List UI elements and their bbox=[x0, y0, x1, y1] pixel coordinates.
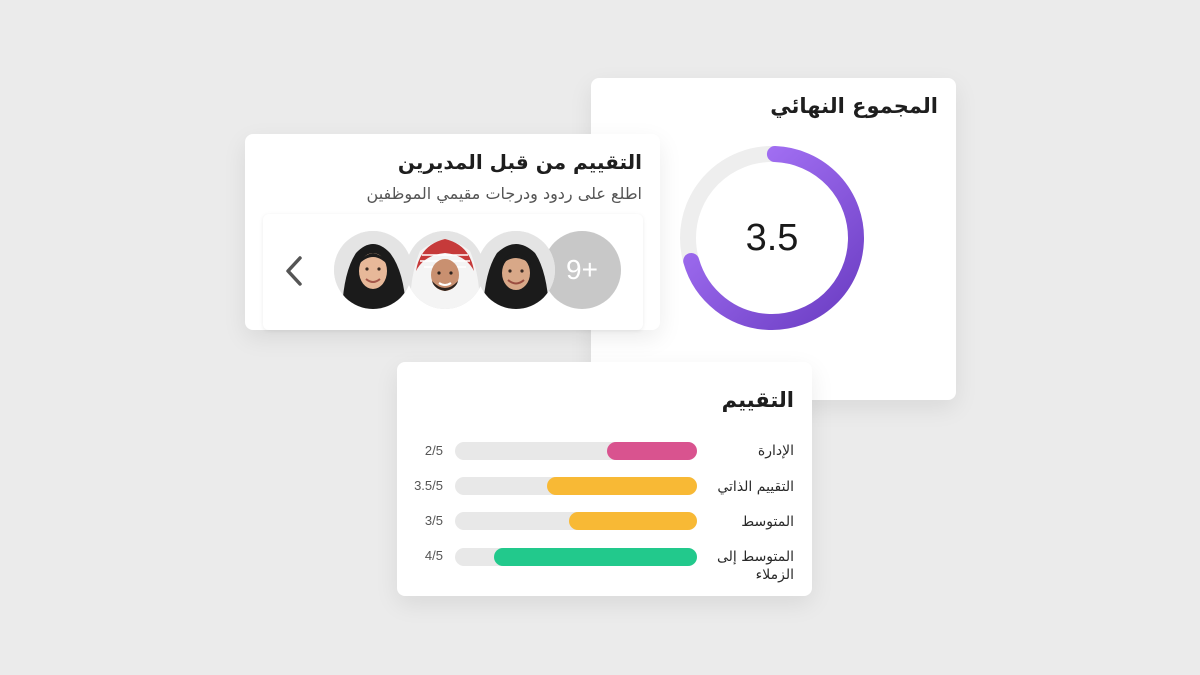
rating-row-score: 3.5/5 bbox=[414, 478, 443, 493]
rating-row-score: 4/5 bbox=[424, 548, 443, 563]
rating-row-score: 3/5 bbox=[424, 513, 443, 528]
rating-bar-fill bbox=[493, 548, 697, 566]
managers-evaluation-card: التقييم من قبل المديرين اطلع على ردود ود… bbox=[245, 134, 660, 330]
rating-row-label: المتوسط إلى الزملاء bbox=[717, 549, 794, 583]
woman-avatar-icon bbox=[477, 231, 555, 309]
rating-row-label: الإدارة bbox=[757, 443, 794, 459]
final-total-value: 3.5 bbox=[745, 216, 799, 259]
chevron-left-icon bbox=[286, 256, 302, 286]
reviewer-avatar[interactable] bbox=[334, 231, 412, 309]
rating-row-label: المتوسط bbox=[741, 514, 794, 530]
managers-evaluation-subtitle: اطلع على ردود ودرجات مقيمي الموظفين bbox=[366, 184, 642, 203]
rating-row-label: التقييم الذاتي bbox=[717, 479, 794, 495]
rating-bar-track bbox=[455, 548, 697, 566]
woman-avatar-icon bbox=[334, 231, 412, 309]
rating-bar-fill bbox=[546, 477, 697, 495]
final-total-title: المجموع النهائي bbox=[770, 94, 938, 118]
rating-bar-track bbox=[455, 512, 697, 530]
reviewer-avatar[interactable] bbox=[406, 231, 484, 309]
rating-bar-track bbox=[455, 442, 697, 460]
rating-title: التقييم bbox=[721, 388, 794, 412]
rating-card: التقييم الإدارة 2/5 التقييم الذاتي 3.5/5… bbox=[397, 362, 812, 596]
man-avatar-icon bbox=[406, 231, 484, 309]
previous-button[interactable] bbox=[279, 253, 309, 289]
managers-evaluation-title: التقييم من قبل المديرين bbox=[397, 150, 642, 174]
rating-bar-fill bbox=[568, 512, 697, 530]
reviewer-avatar[interactable] bbox=[477, 231, 555, 309]
rating-row-score: 2/5 bbox=[424, 443, 443, 458]
rating-bar-track bbox=[455, 477, 697, 495]
rating-bar-fill bbox=[607, 442, 697, 460]
